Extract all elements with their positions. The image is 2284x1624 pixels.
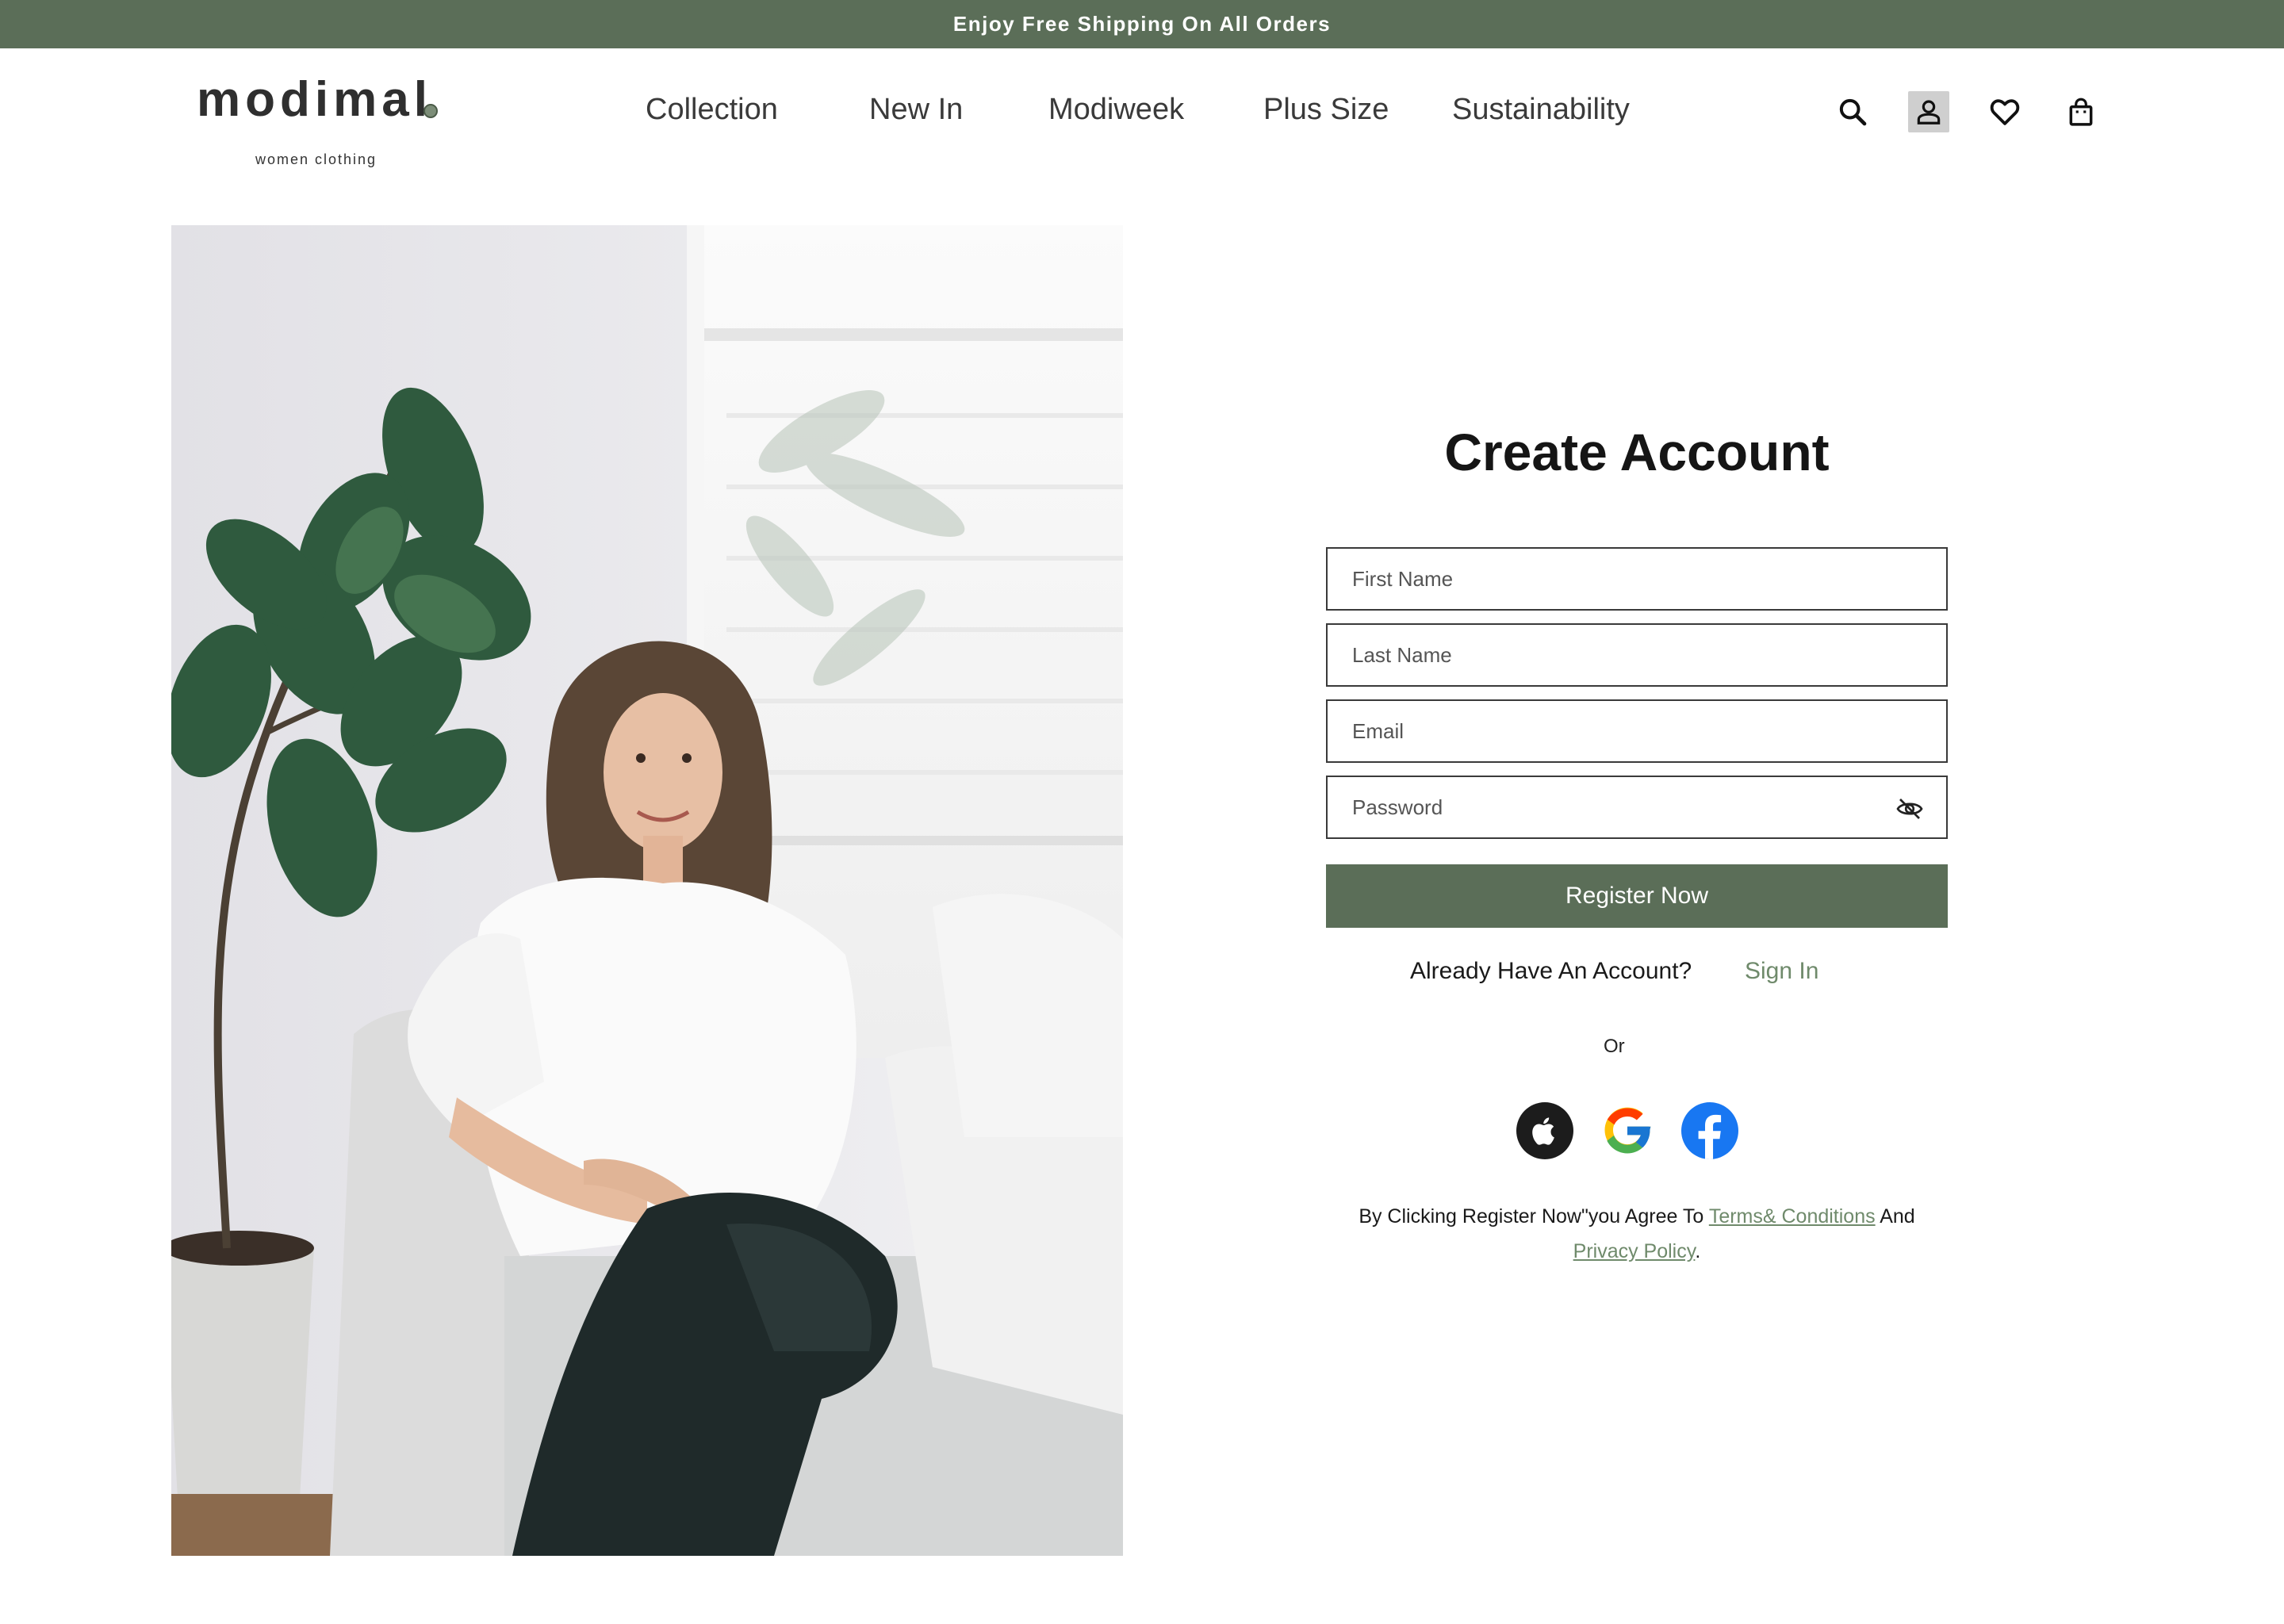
sign-in-link[interactable]: Sign In bbox=[1745, 958, 1818, 985]
last-name-field[interactable] bbox=[1326, 623, 1948, 687]
email-field[interactable] bbox=[1326, 699, 1948, 763]
eye-slash-icon[interactable] bbox=[1895, 795, 1924, 823]
nav-item-modiweek[interactable]: Modiweek bbox=[1048, 93, 1184, 127]
nav-item-plus-size[interactable]: Plus Size bbox=[1263, 93, 1389, 127]
shopping-bag-icon[interactable] bbox=[2060, 91, 2102, 132]
or-divider-text: Or bbox=[1604, 1036, 1625, 1057]
terms-prefix-text: By Clicking Register Now"you Agree To bbox=[1359, 1205, 1709, 1228]
facebook-icon[interactable] bbox=[1681, 1102, 1738, 1159]
account-icon[interactable] bbox=[1908, 91, 1949, 132]
already-have-account-text: Already Have An Account? bbox=[1410, 958, 1692, 984]
email-input[interactable] bbox=[1352, 718, 1946, 744]
google-icon[interactable] bbox=[1599, 1102, 1656, 1159]
last-name-input[interactable] bbox=[1352, 642, 1946, 668]
announcement-bar: Enjoy Free Shipping On All Orders bbox=[0, 0, 2284, 48]
password-field[interactable] bbox=[1326, 776, 1948, 839]
hero-photo bbox=[171, 225, 1123, 1556]
nav-item-sustainability[interactable]: Sustainability bbox=[1452, 93, 1630, 127]
first-name-field[interactable] bbox=[1326, 547, 1948, 611]
terms-notice: By Clicking Register Now"you Agree To Te… bbox=[1301, 1199, 1973, 1269]
terms-mid-text: And bbox=[1875, 1205, 1915, 1228]
announcement-text: Enjoy Free Shipping On All Orders bbox=[952, 12, 1332, 36]
site-header: modimal women clothing Collection New In… bbox=[0, 48, 2284, 175]
nav-item-collection[interactable]: Collection bbox=[646, 93, 778, 127]
wishlist-heart-icon[interactable] bbox=[1984, 91, 2025, 132]
search-icon[interactable] bbox=[1832, 91, 1873, 132]
register-now-button[interactable]: Register Now bbox=[1326, 864, 1948, 928]
terms-conditions-link[interactable]: Terms& Conditions bbox=[1709, 1205, 1876, 1228]
first-name-input[interactable] bbox=[1352, 566, 1946, 592]
apple-icon[interactable] bbox=[1516, 1102, 1573, 1159]
privacy-policy-link[interactable]: Privacy Policy bbox=[1573, 1240, 1696, 1262]
terms-suffix-text: . bbox=[1695, 1240, 1701, 1262]
password-input[interactable] bbox=[1352, 795, 1946, 820]
page-title: Create Account bbox=[1444, 423, 1830, 481]
nav-item-new-in[interactable]: New In bbox=[869, 93, 963, 127]
